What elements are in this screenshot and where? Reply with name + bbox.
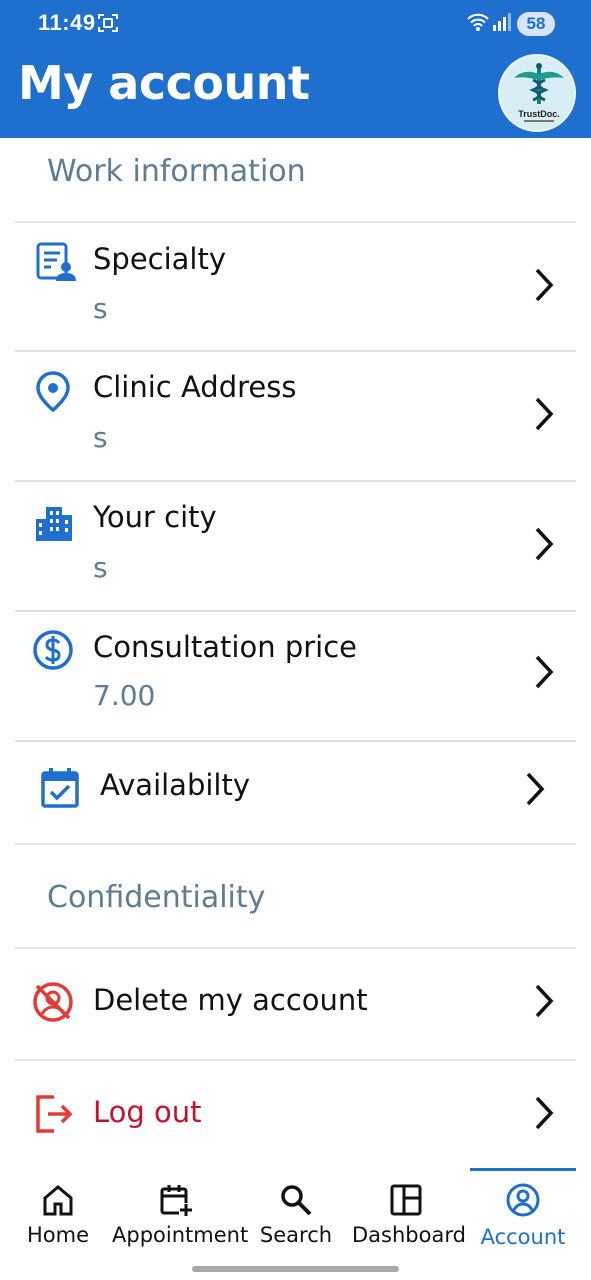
avatar-logo-text: TrustDoc. bbox=[518, 109, 560, 119]
chevron-right-icon bbox=[535, 397, 554, 431]
status-bar: 11:49 58 bbox=[0, 0, 591, 48]
your-city-label: Your city bbox=[93, 500, 217, 534]
section-title-work: Work information bbox=[47, 154, 306, 189]
wifi-icon bbox=[467, 13, 489, 31]
screenshot-icon bbox=[98, 14, 118, 32]
specialty-value: s bbox=[93, 292, 108, 325]
nav-account-label: Account bbox=[480, 1225, 566, 1249]
chevron-right-icon bbox=[535, 527, 554, 561]
dashboard-icon bbox=[390, 1184, 422, 1216]
nav-appointment[interactable]: Appointment bbox=[112, 1183, 249, 1247]
your-city-value: s bbox=[93, 551, 108, 584]
battery-indicator: 58 bbox=[517, 12, 555, 36]
location-pin-icon bbox=[36, 371, 70, 412]
logout-row[interactable]: Log out bbox=[15, 1061, 576, 1161]
consultation-price-row[interactable]: Consultation price 7.00 bbox=[15, 612, 576, 740]
calendar-add-icon bbox=[160, 1185, 193, 1217]
logout-label: Log out bbox=[93, 1095, 202, 1129]
city-icon bbox=[36, 507, 72, 541]
status-time: 11:49 bbox=[38, 10, 96, 35]
availability-label: Availabilty bbox=[100, 768, 251, 802]
specialty-row[interactable]: Specialty s bbox=[15, 222, 576, 351]
availability-row[interactable]: Availabilty bbox=[15, 742, 576, 843]
nav-dashboard[interactable]: Dashboard bbox=[352, 1183, 466, 1247]
active-tab-indicator bbox=[470, 1168, 576, 1171]
chevron-right-icon bbox=[535, 655, 554, 689]
nav-account[interactable]: Account bbox=[478, 1183, 568, 1249]
page-title: My account bbox=[18, 56, 310, 110]
chevron-right-icon bbox=[535, 1096, 554, 1130]
home-icon bbox=[43, 1185, 73, 1216]
caduceus-logo: TrustDoc. bbox=[500, 56, 574, 130]
your-city-row[interactable]: Your city s bbox=[15, 482, 576, 610]
account-icon bbox=[506, 1183, 540, 1217]
divider bbox=[15, 843, 576, 845]
clinic-address-label: Clinic Address bbox=[93, 370, 297, 404]
chevron-right-icon bbox=[526, 772, 545, 806]
nav-dashboard-label: Dashboard bbox=[352, 1223, 466, 1247]
delete-account-row[interactable]: Delete my account bbox=[15, 949, 576, 1059]
logout-icon bbox=[36, 1095, 73, 1133]
consultation-price-label: Consultation price bbox=[93, 630, 358, 664]
nav-home[interactable]: Home bbox=[20, 1183, 96, 1247]
dollar-icon bbox=[33, 630, 73, 670]
gesture-home-bar[interactable] bbox=[192, 1266, 399, 1272]
specialty-label: Specialty bbox=[93, 242, 227, 276]
section-title-confidentiality: Confidentiality bbox=[47, 880, 266, 915]
clinic-address-row[interactable]: Clinic Address s bbox=[15, 352, 576, 480]
search-icon bbox=[281, 1185, 312, 1216]
chevron-right-icon bbox=[535, 984, 554, 1018]
clinic-address-value: s bbox=[93, 421, 108, 454]
bottom-nav: Home Appointment Search Dashboard Accoun… bbox=[0, 1165, 591, 1280]
nav-search-label: Search bbox=[259, 1223, 333, 1247]
avatar[interactable]: TrustDoc. bbox=[498, 54, 576, 132]
consultation-price-value: 7.00 bbox=[93, 679, 156, 712]
nav-search[interactable]: Search bbox=[258, 1183, 334, 1247]
specialty-icon bbox=[36, 242, 76, 281]
signal-icon bbox=[493, 13, 511, 31]
nav-appointment-label: Appointment bbox=[112, 1223, 249, 1247]
delete-account-icon bbox=[33, 982, 73, 1022]
nav-home-label: Home bbox=[26, 1223, 89, 1247]
app-header: 11:49 58 My account TrustDoc. bbox=[0, 0, 591, 138]
delete-account-label: Delete my account bbox=[93, 983, 368, 1017]
chevron-right-icon bbox=[535, 268, 554, 302]
calendar-check-icon bbox=[41, 768, 79, 808]
